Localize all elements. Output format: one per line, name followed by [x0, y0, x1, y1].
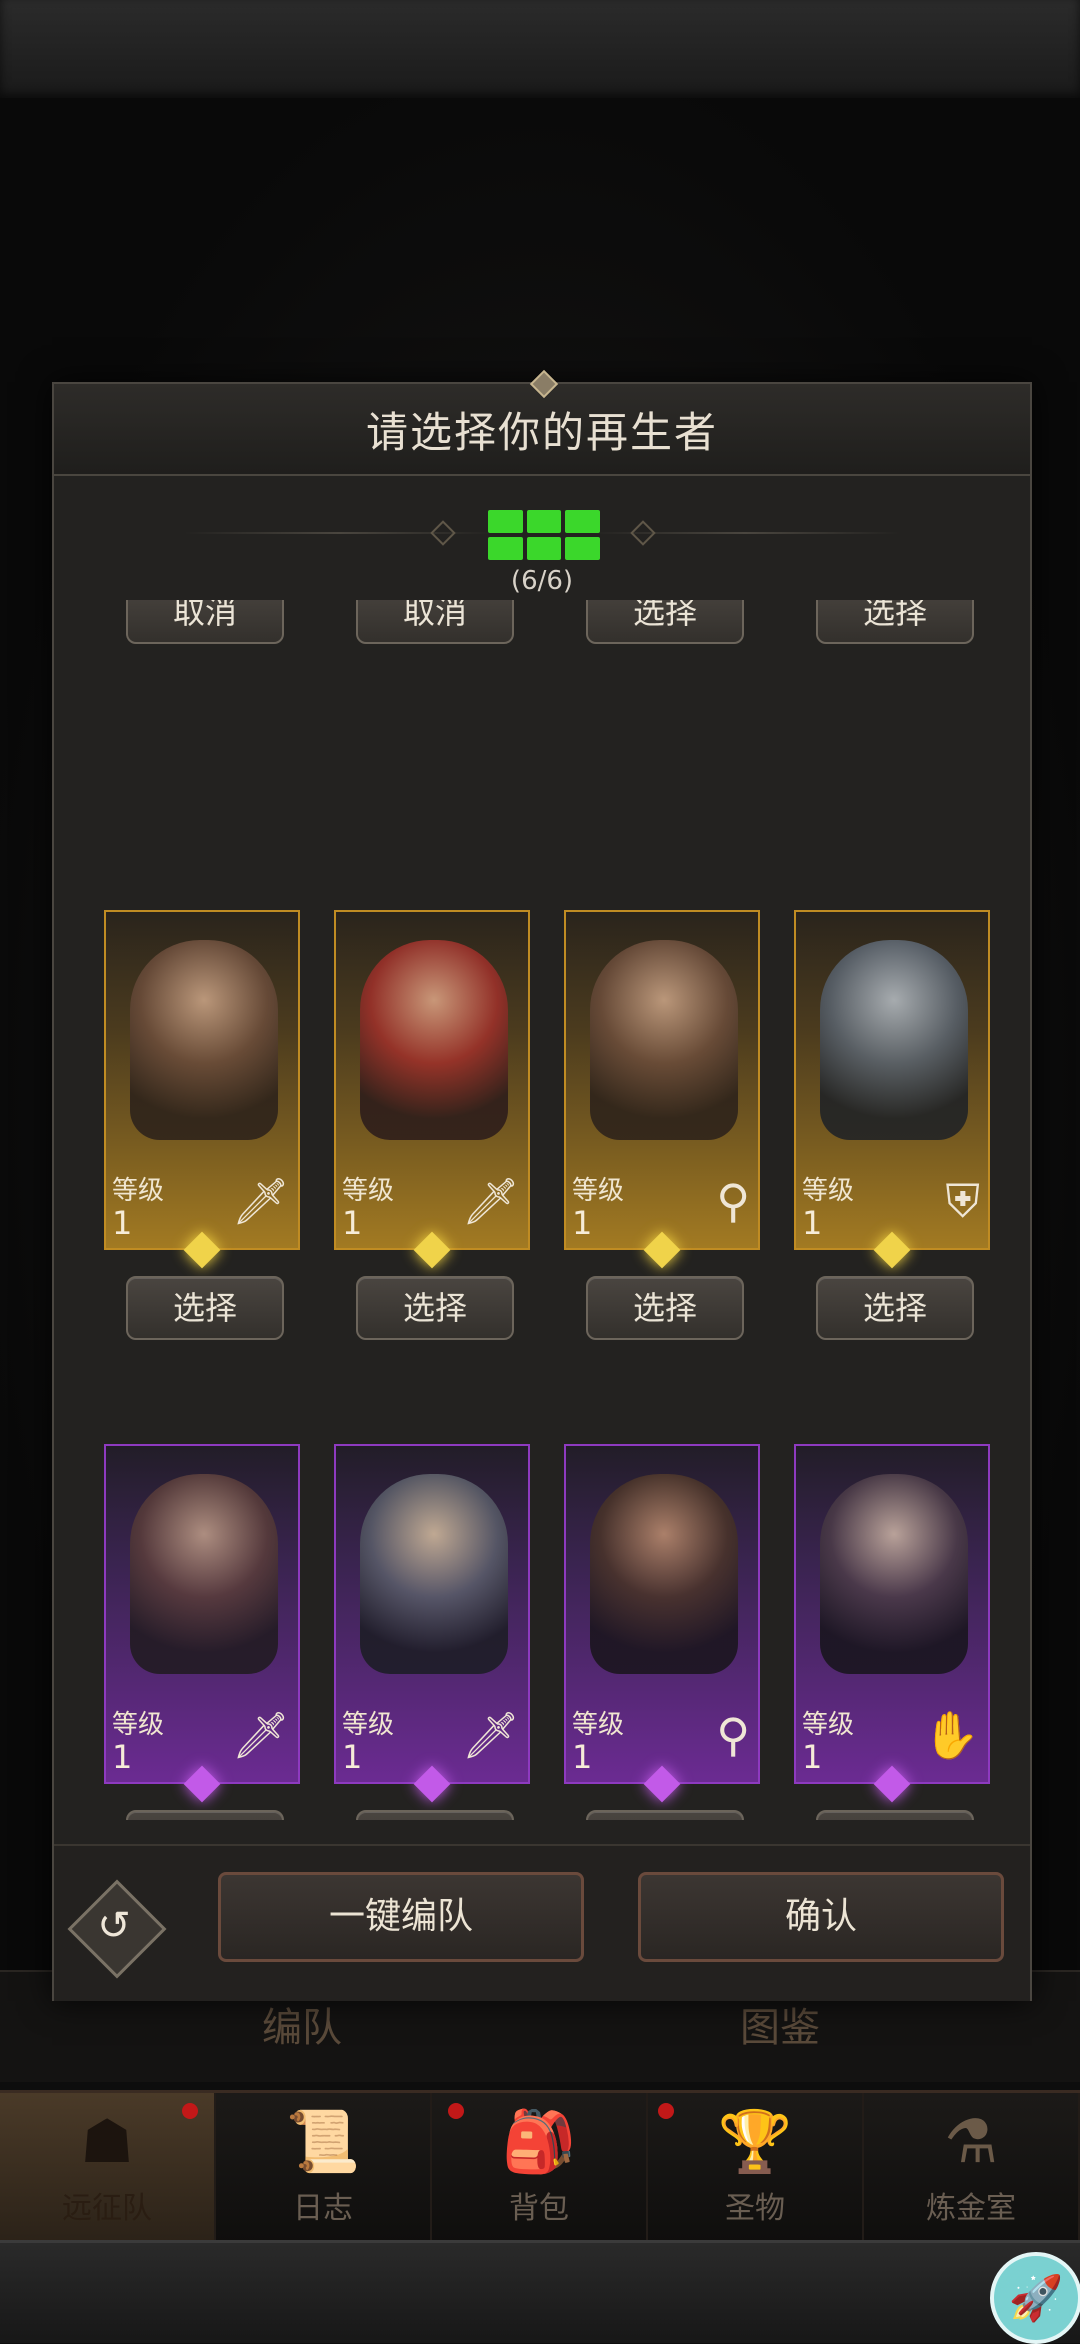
dialog-header: 请选择你的再生者: [54, 369, 1030, 476]
staff-icon: ⚲: [716, 1174, 750, 1228]
hero-portrait: [130, 940, 278, 1140]
rocket-button[interactable]: 🚀: [990, 2252, 1080, 2344]
shield-icon: ⛨: [945, 1174, 981, 1228]
select-button[interactable]: 选择: [816, 1810, 974, 1820]
team-counter: (6/6): [510, 566, 574, 596]
hero-card[interactable]: 等级 1 ⚲: [564, 910, 760, 1250]
level-label: 等级: [572, 1710, 625, 1740]
nav-label: 炼金室: [926, 2191, 1016, 2226]
hero-portrait: [360, 1474, 508, 1674]
hero-portrait: [130, 1474, 278, 1674]
staff-icon: ⚲: [716, 1708, 750, 1762]
level-label: 等级: [342, 1176, 395, 1206]
dialog-footer: ↺ 一键编队 确认: [54, 1844, 1030, 2001]
diamond-right-icon: [630, 520, 656, 546]
hero-card[interactable]: 等级 1 🗡: [104, 910, 300, 1250]
hero-card[interactable]: 等级 1 ⚲: [564, 1444, 760, 1784]
select-button[interactable]: 选择: [586, 600, 744, 644]
hero-card[interactable]: 等级 1 🗡: [104, 1444, 300, 1784]
select-button[interactable]: 选择: [126, 1276, 284, 1340]
background-tab-codex: 图鉴: [740, 2005, 820, 2051]
sword-icon: 🗡: [461, 1174, 520, 1228]
select-button[interactable]: 选择: [816, 1276, 974, 1340]
nav-label: 远征队: [62, 2191, 152, 2226]
notification-dot: [658, 2103, 674, 2119]
select-button[interactable]: 选择: [816, 600, 974, 644]
hero-portrait: [820, 940, 968, 1140]
hero-card[interactable]: 等级 1 🗡: [334, 910, 530, 1250]
nav-relics[interactable]: 🏆 圣物: [648, 2093, 864, 2243]
sword-icon: 🗡: [231, 1708, 290, 1762]
level-value: 1: [802, 1204, 823, 1242]
team-slots-icon: [488, 510, 600, 560]
hero-select-dialog: 请选择你的再生者 (6/6) 取消 取消 选择 选择 等级 1 🗡 选择 等级 …: [52, 369, 1032, 2001]
hand-icon: ✋: [922, 1708, 980, 1762]
dialog-title: 请选择你的再生者: [365, 407, 718, 457]
level-value: 1: [802, 1738, 823, 1776]
nav-label: 日志: [293, 2191, 353, 2226]
select-button[interactable]: 选择: [586, 1810, 744, 1820]
select-button[interactable]: 选择: [356, 1276, 514, 1340]
level-value: 1: [342, 1738, 363, 1776]
nav-log[interactable]: 📜 日志: [216, 2093, 432, 2243]
auto-formation-button[interactable]: 一键编队: [218, 1872, 584, 1962]
level-label: 等级: [112, 1710, 165, 1740]
hero-card[interactable]: 等级 1 ⛨: [794, 910, 990, 1250]
hero-portrait: [820, 1474, 968, 1674]
hero-list[interactable]: 取消 取消 选择 选择 等级 1 🗡 选择 等级 1 🗡 选择 等级 1 ⚲ 选…: [54, 600, 1030, 1820]
level-value: 1: [342, 1204, 363, 1242]
bottom-decor-strip: [0, 2240, 1080, 2343]
level-value: 1: [112, 1738, 133, 1776]
diamond-left-icon: [430, 520, 456, 546]
cancel-button[interactable]: 取消: [356, 600, 514, 644]
sword-icon: 🗡: [231, 1174, 290, 1228]
cancel-button[interactable]: 取消: [126, 600, 284, 644]
nav-label: 背包: [509, 2191, 569, 2226]
select-button[interactable]: 选择: [586, 1276, 744, 1340]
hero-portrait: [590, 1474, 738, 1674]
level-label: 等级: [802, 1710, 855, 1740]
nav-expedition[interactable]: ☗ 远征队: [0, 2093, 216, 2243]
hero-card[interactable]: 等级 1 🗡: [334, 1444, 530, 1784]
nav-label: 圣物: [725, 2191, 785, 2226]
level-label: 等级: [112, 1176, 165, 1206]
notification-dot: [448, 2103, 464, 2119]
bag-icon: 🎒: [501, 2107, 577, 2177]
scroll-icon: 📜: [285, 2107, 361, 2177]
top-decor-strip: [0, 0, 1080, 101]
confirm-button[interactable]: 确认: [638, 1872, 1004, 1962]
select-button[interactable]: 选择: [356, 1810, 514, 1820]
undo-icon: ↺: [97, 1903, 131, 1949]
level-value: 1: [572, 1738, 593, 1776]
bottom-nav: ☗ 远征队 📜 日志 🎒 背包 🏆 圣物 ⚗ 炼金室: [0, 2090, 1080, 2243]
hero-portrait: [590, 940, 738, 1140]
sword-icon: 🗡: [461, 1708, 520, 1762]
hero-card[interactable]: 等级 1 ✋: [794, 1444, 990, 1784]
background-tab-formation: 编队: [262, 2005, 342, 2051]
level-value: 1: [112, 1204, 133, 1242]
rocket-icon: 🚀: [1008, 2273, 1064, 2324]
select-button[interactable]: 选择: [126, 1810, 284, 1820]
level-label: 等级: [342, 1710, 395, 1740]
level-label: 等级: [572, 1176, 625, 1206]
chalice-icon: 🏆: [717, 2107, 793, 2177]
nav-alchemy[interactable]: ⚗ 炼金室: [864, 2093, 1080, 2243]
level-label: 等级: [802, 1176, 855, 1206]
nav-bag[interactable]: 🎒 背包: [432, 2093, 648, 2243]
level-value: 1: [572, 1204, 593, 1242]
alchemy-icon: ⚗: [944, 2107, 998, 2177]
notification-dot: [182, 2103, 198, 2119]
hero-portrait: [360, 940, 508, 1140]
